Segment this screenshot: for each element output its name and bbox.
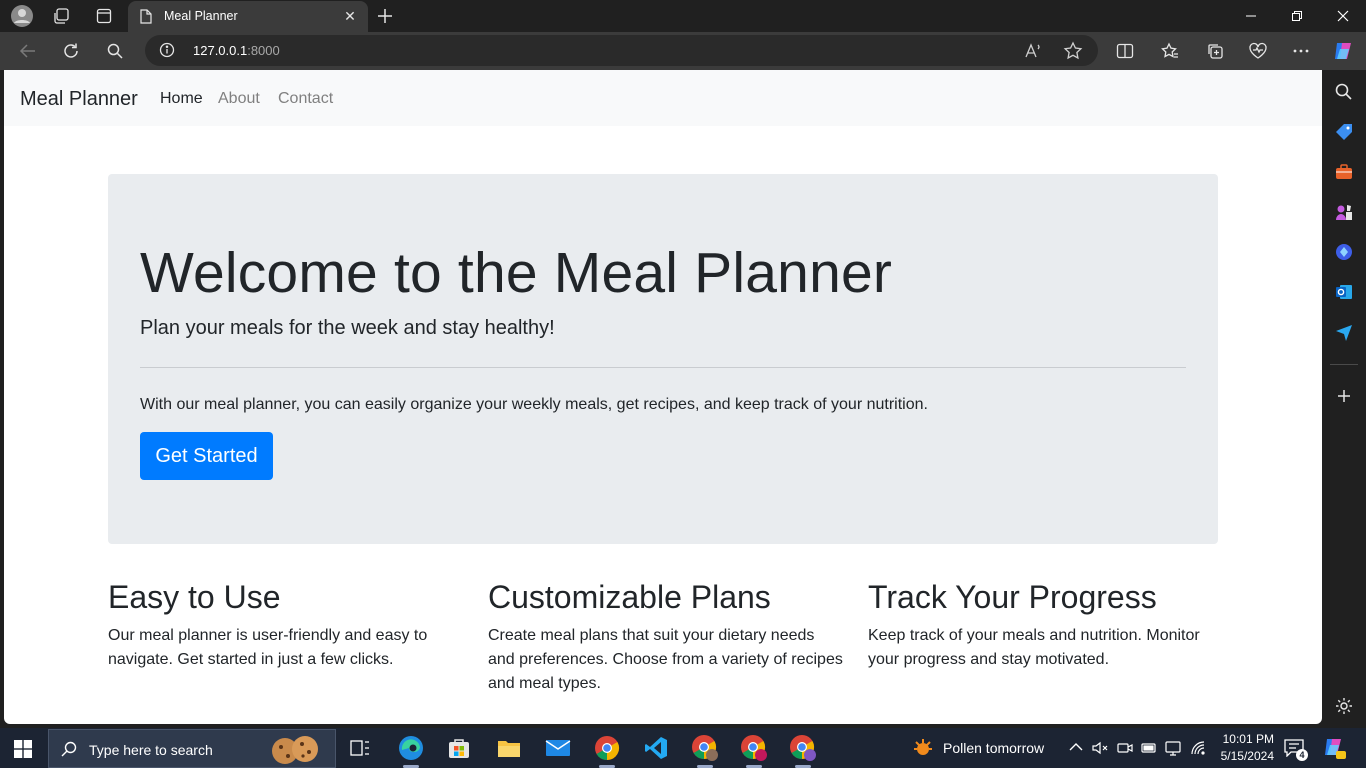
chrome-icon[interactable] [592, 733, 622, 763]
copilot-icon[interactable] [1330, 39, 1356, 63]
back-arrow-icon[interactable] [15, 39, 41, 63]
get-started-button[interactable]: Get Started [140, 432, 273, 480]
feature-text: Our meal planner is user-friendly and ea… [108, 627, 428, 668]
chrome-profile-s-icon[interactable] [739, 733, 769, 763]
chrome-profile-icon[interactable] [690, 733, 720, 763]
windows-taskbar: Type here to search Pollen tomorrow 10:0… [0, 728, 1366, 768]
taskbar-search-placeholder: Type here to search [89, 742, 213, 758]
cookies-icon [272, 736, 318, 764]
clock-date: 5/15/2024 [1220, 749, 1274, 763]
windows-start-icon[interactable] [14, 740, 32, 758]
vscode-icon[interactable] [641, 733, 671, 763]
feature-title: Track Your Progress [868, 579, 1157, 615]
hero-title: Welcome to the Meal Planner [140, 241, 893, 305]
feature-track-progress: Track Your Progress Keep track of your m… [868, 578, 1223, 672]
edge-taskbar-icon[interactable] [396, 733, 426, 763]
copilot-sidebar-icon[interactable] [1334, 242, 1354, 262]
split-screen-icon[interactable] [1112, 39, 1138, 63]
clock-time: 10:01 PM [1222, 732, 1274, 746]
taskbar-search-icon [61, 741, 77, 757]
site-brand[interactable]: Meal Planner [20, 88, 138, 111]
games-icon[interactable] [1334, 202, 1354, 222]
feature-title: Customizable Plans [488, 579, 771, 615]
weather-text[interactable]: Pollen tomorrow [943, 740, 1044, 756]
hero-jumbotron: Welcome to the Meal Planner Plan your me… [108, 174, 1218, 544]
favorites-icon[interactable] [1157, 39, 1183, 63]
file-explorer-icon[interactable] [494, 733, 524, 763]
sidebar-search-icon[interactable] [1334, 82, 1354, 102]
close-window-icon[interactable] [1320, 0, 1366, 32]
meet-now-icon[interactable] [1117, 740, 1133, 756]
notification-count-badge: 4 [1296, 749, 1308, 761]
outlook-icon[interactable] [1334, 282, 1354, 302]
pollen-weather-icon[interactable] [912, 737, 934, 759]
site-navbar: Meal Planner Home About Contact [4, 70, 1322, 126]
show-hidden-icons-chevron-icon[interactable] [1069, 742, 1083, 752]
taskbar-search-box[interactable]: Type here to search [48, 729, 336, 768]
page-icon [140, 9, 152, 24]
hero-lead: Plan your meals for the week and stay he… [140, 317, 555, 339]
search-icon[interactable] [102, 39, 128, 63]
read-aloud-icon[interactable] [1023, 41, 1043, 61]
tab-title: Meal Planner [164, 9, 238, 23]
page-viewport: Meal Planner Home About Contact Welcome … [4, 70, 1322, 724]
minimize-icon[interactable] [1228, 0, 1274, 32]
taskbar-clock[interactable]: 10:01 PM 5/15/2024 [1204, 731, 1274, 765]
address-bar[interactable]: 127.0.0.1:8000 [145, 35, 1098, 66]
browser-titlebar: Meal Planner ✕ [0, 0, 1366, 32]
hero-description: With our meal planner, you can easily or… [140, 396, 928, 413]
feature-text: Keep track of your meals and nutrition. … [868, 627, 1200, 668]
sidebar-divider [1330, 364, 1358, 365]
new-tab-icon[interactable] [374, 4, 396, 28]
browser-tab-active[interactable]: Meal Planner ✕ [128, 1, 368, 32]
url-text[interactable]: 127.0.0.1:8000 [193, 43, 280, 58]
shopping-tag-icon[interactable] [1334, 122, 1354, 142]
favorite-star-icon[interactable] [1063, 41, 1083, 61]
display-icon[interactable] [1165, 740, 1181, 756]
feature-easy-to-use: Easy to Use Our meal planner is user-fri… [108, 578, 463, 672]
battery-icon[interactable] [1141, 740, 1157, 756]
mail-icon[interactable] [543, 733, 573, 763]
feature-customizable-plans: Customizable Plans Create meal plans tha… [488, 578, 843, 696]
nav-link-home[interactable]: Home [160, 90, 203, 108]
tools-briefcase-icon[interactable] [1334, 162, 1354, 182]
sidebar-settings-icon[interactable] [1334, 696, 1354, 716]
browser-toolbar: 127.0.0.1:8000 [0, 32, 1366, 70]
add-sidebar-icon[interactable] [1334, 386, 1354, 406]
more-options-icon[interactable] [1288, 39, 1314, 63]
close-tab-icon[interactable]: ✕ [342, 8, 358, 24]
send-icon[interactable] [1334, 322, 1354, 342]
volume-muted-icon[interactable] [1092, 740, 1108, 756]
copilot-taskbar-icon[interactable] [1322, 736, 1346, 760]
tab-actions-icon[interactable] [90, 4, 118, 28]
hero-divider [140, 367, 1186, 368]
workspaces-icon[interactable] [48, 4, 76, 28]
feature-text: Create meal plans that suit your dietary… [488, 627, 843, 692]
restore-icon[interactable] [1274, 0, 1320, 32]
chrome-profile-purple-icon[interactable] [788, 733, 818, 763]
browser-sidebar [1322, 70, 1366, 724]
nav-link-contact[interactable]: Contact [278, 90, 333, 108]
browser-essentials-icon[interactable] [1245, 39, 1271, 63]
refresh-icon[interactable] [58, 39, 84, 63]
collections-icon[interactable] [1202, 39, 1228, 63]
site-info-icon[interactable] [159, 42, 175, 58]
feature-title: Easy to Use [108, 579, 281, 615]
nav-link-about[interactable]: About [218, 90, 260, 108]
task-view-icon[interactable] [345, 733, 375, 763]
microsoft-store-icon[interactable] [444, 733, 474, 763]
profile-avatar-icon[interactable] [8, 4, 36, 28]
